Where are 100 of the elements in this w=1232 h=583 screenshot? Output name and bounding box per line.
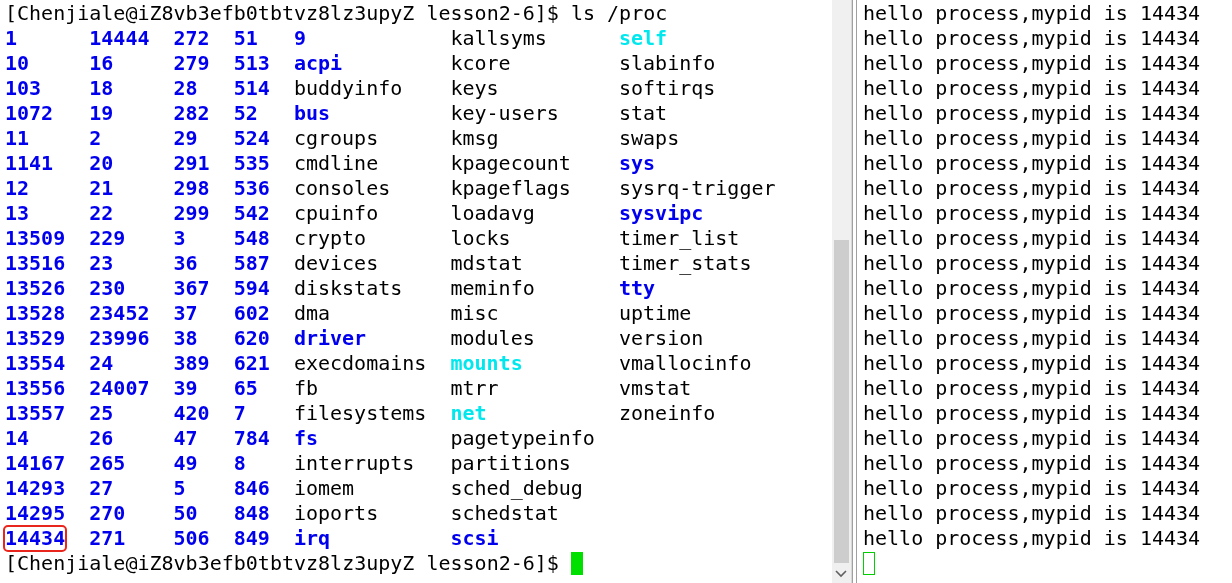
output-line: hello process,mypid is 14434 <box>863 501 1201 526</box>
file-name: crypto <box>293 227 367 250</box>
shell-prompt: [Chenjiale@iZ8vb3efb0tbtvz8lz3upyZ lesson2-6]$ <box>5 551 559 576</box>
file-name: cgroups <box>293 127 379 150</box>
directory-name: 9 <box>293 27 306 50</box>
directory-name: 587 <box>233 252 270 275</box>
output-line: hello process,mypid is 14434 <box>863 101 1201 126</box>
output-line: hello process,mypid is 14434 <box>863 251 1201 276</box>
directory-name: sys <box>618 152 656 175</box>
output-line: hello process,mypid is 14434 <box>863 451 1201 476</box>
directory-name: 23452 <box>89 302 150 325</box>
file-name: key-users <box>450 102 559 125</box>
file-name: loadavg <box>450 202 535 225</box>
directory-name: sysvipc <box>618 202 704 225</box>
file-name: schedstat <box>450 502 559 525</box>
scrollbar[interactable] <box>832 0 852 583</box>
directory-name: 229 <box>89 227 126 250</box>
file-name: vmstat <box>618 377 692 400</box>
directory-name: 291 <box>173 152 210 175</box>
directory-name: 542 <box>233 202 270 225</box>
output-line: hello process,mypid is 14434 <box>863 26 1201 51</box>
directory-name: 21 <box>89 177 114 200</box>
file-name: fb <box>293 377 318 400</box>
scroll-down-icon[interactable] <box>835 570 847 578</box>
output-line: hello process,mypid is 14434 <box>863 426 1201 451</box>
directory-name: 536 <box>233 177 270 200</box>
directory-name: 524 <box>233 127 270 150</box>
directory-name: 14434 <box>5 527 66 550</box>
file-name: devices <box>293 252 379 275</box>
directory-name: 1072 <box>5 102 54 125</box>
file-name: timer_list <box>618 227 740 250</box>
directory-name: 849 <box>233 527 270 550</box>
directory-name: 846 <box>233 477 270 500</box>
scrollbar-thumb[interactable] <box>834 240 849 563</box>
file-name: vmallocinfo <box>618 352 752 375</box>
directory-name: 25 <box>89 402 114 425</box>
output-line: hello process,mypid is 14434 <box>863 176 1201 201</box>
output-line: hello process,mypid is 14434 <box>863 76 1201 101</box>
directory-name: 49 <box>173 452 198 475</box>
directory-name: irq <box>293 527 331 550</box>
directory-name: 8 <box>233 452 246 475</box>
directory-name: 52 <box>233 102 258 125</box>
directory-name: 420 <box>173 402 210 425</box>
directory-name: 39 <box>173 377 198 400</box>
file-name: sysrq-trigger <box>618 177 776 200</box>
directory-name: 548 <box>233 227 270 250</box>
directory-name: 620 <box>233 327 270 350</box>
directory-name: 23 <box>89 252 114 275</box>
output-line: hello process,mypid is 14434 <box>863 201 1201 226</box>
output-line: hello process,mypid is 14434 <box>863 51 1201 76</box>
output-line: hello process,mypid is 14434 <box>863 476 1201 501</box>
directory-name: 514 <box>233 77 270 100</box>
file-name: pagetypeinfo <box>450 427 595 450</box>
output-line: hello process,mypid is 14434 <box>863 276 1201 301</box>
file-name: kpageflags <box>450 177 571 200</box>
file-name: zoneinfo <box>618 402 716 425</box>
directory-name: scsi <box>450 527 499 550</box>
output-line: hello process,mypid is 14434 <box>863 526 1201 551</box>
directory-name: 602 <box>233 302 270 325</box>
directory-name: 18 <box>89 77 114 100</box>
directory-name: 1141 <box>5 152 54 175</box>
directory-name: 23996 <box>89 327 150 350</box>
directory-name: 13529 <box>5 327 66 350</box>
directory-name: 51 <box>233 27 258 50</box>
directory-name: 22 <box>89 202 114 225</box>
output-line: hello process,mypid is 14434 <box>863 326 1201 351</box>
directory-name: 2 <box>89 127 102 150</box>
file-name: diskstats <box>293 277 403 300</box>
file-name: kmsg <box>450 127 499 150</box>
output-line: hello process,mypid is 14434 <box>863 1 1201 26</box>
directory-name: bus <box>293 102 331 125</box>
directory-name: 621 <box>233 352 270 375</box>
file-name: locks <box>450 227 511 250</box>
directory-name: 29 <box>173 127 198 150</box>
directory-name: 14167 <box>5 452 66 475</box>
directory-name: 3 <box>173 227 186 250</box>
directory-name: 13557 <box>5 402 66 425</box>
directory-name: 535 <box>233 152 270 175</box>
link-name: self <box>618 27 668 50</box>
directory-name: fs <box>293 427 318 450</box>
file-name: dma <box>293 302 331 325</box>
file-name: swaps <box>618 127 680 150</box>
directory-name: 13509 <box>5 227 66 250</box>
output-line: hello process,mypid is 14434 <box>863 226 1201 251</box>
directory-name: 272 <box>173 27 210 50</box>
directory-name: 230 <box>89 277 126 300</box>
directory-name: 10 <box>5 52 30 75</box>
file-name: cmdline <box>293 152 379 175</box>
directory-name: 24007 <box>89 377 150 400</box>
file-name: mdstat <box>450 252 523 275</box>
file-name: ioports <box>293 502 379 525</box>
directory-name: 28 <box>173 77 198 100</box>
directory-name: 12 <box>5 177 30 200</box>
file-name: meminfo <box>450 277 535 300</box>
directory-name: 37 <box>173 302 198 325</box>
directory-name: 14293 <box>5 477 66 500</box>
output-line: hello process,mypid is 14434 <box>863 126 1201 151</box>
directory-name: 13 <box>5 202 30 225</box>
directory-name: 506 <box>173 527 210 550</box>
file-name: keys <box>450 77 499 100</box>
